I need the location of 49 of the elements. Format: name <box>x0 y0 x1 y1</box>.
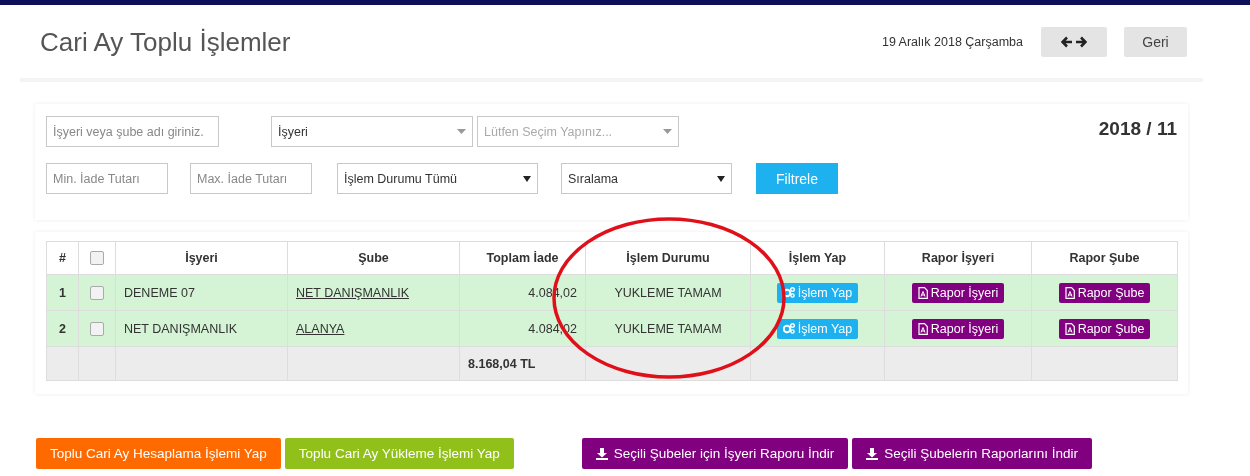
table-cell: YUKLEME TAMAM <box>585 310 751 347</box>
left-right-arrows-icon <box>1061 35 1087 48</box>
pdf-file-icon <box>917 322 928 335</box>
dropdown[interactable]: İşyeri <box>271 116 473 147</box>
table-cell: 2 <box>46 310 79 347</box>
swap-button[interactable] <box>1041 26 1107 57</box>
action-button[interactable]: Seçili Şubeler için İşyeri Raporu İndir <box>581 438 849 469</box>
table-cell: YUKLEME TAMAM <box>585 274 751 311</box>
column-header: # <box>46 241 79 275</box>
action-button[interactable]: Seçili Şubelerin Raporlarını İndir <box>852 438 1092 469</box>
table-cell: DENEME 07 <box>115 274 288 311</box>
table-cell: 1 <box>46 274 79 311</box>
dropdown[interactable]: İşlem Durumu Tümü <box>337 163 538 194</box>
dropdown-arrow-icon <box>457 129 466 134</box>
dropdown-arrow-icon <box>717 175 725 182</box>
download-icon <box>595 447 608 460</box>
dropdown[interactable]: Sıralama <box>561 163 732 194</box>
gears-icon <box>782 323 795 334</box>
period-label: 2018 / 11 <box>1098 118 1177 140</box>
select-all-checkbox[interactable] <box>90 251 104 266</box>
column-header: Şube <box>287 241 460 275</box>
pdf-file-icon <box>1064 286 1075 299</box>
report-button[interactable]: Rapor İşyeri <box>911 282 1005 303</box>
report-button[interactable]: Rapor Şube <box>1058 318 1151 339</box>
download-icon <box>866 447 879 460</box>
column-header: İşlem Durumu <box>585 241 751 275</box>
back-button[interactable]: Geri <box>1124 26 1187 57</box>
date-label: 19 Aralık 2018 Çarşamba <box>881 34 1023 49</box>
page-title: Cari Ay Toplu İşlemler <box>40 26 292 58</box>
row-checkbox[interactable] <box>90 321 104 336</box>
text-field[interactable]: Max. İade Tutarı <box>190 163 312 194</box>
dropdown-arrow-icon <box>663 129 672 134</box>
text-field[interactable]: İşyeri veya şube adı giriniz. <box>46 116 219 147</box>
column-header: Rapor İşyeri <box>884 241 1032 275</box>
row-checkbox[interactable] <box>90 285 104 300</box>
report-button[interactable]: Rapor Şube <box>1058 282 1151 303</box>
pdf-file-icon <box>1064 322 1075 335</box>
column-header: İşyeri <box>115 241 288 275</box>
pdf-file-icon <box>917 286 928 299</box>
branch-link[interactable]: ALANYA <box>296 321 345 336</box>
report-button[interactable]: Rapor İşyeri <box>911 318 1005 339</box>
column-header: Rapor Şube <box>1031 241 1178 275</box>
text-field[interactable]: Min. İade Tutarı <box>46 163 168 194</box>
column-header: İşlem Yap <box>750 241 885 275</box>
dropdown-arrow-icon <box>523 175 531 182</box>
gears-icon <box>782 287 795 298</box>
total-cell: 8.168,04 TL <box>459 346 586 381</box>
column-header: Toplam İade <box>459 241 586 275</box>
table-cell: NET DANIŞMANLIK <box>115 310 288 347</box>
